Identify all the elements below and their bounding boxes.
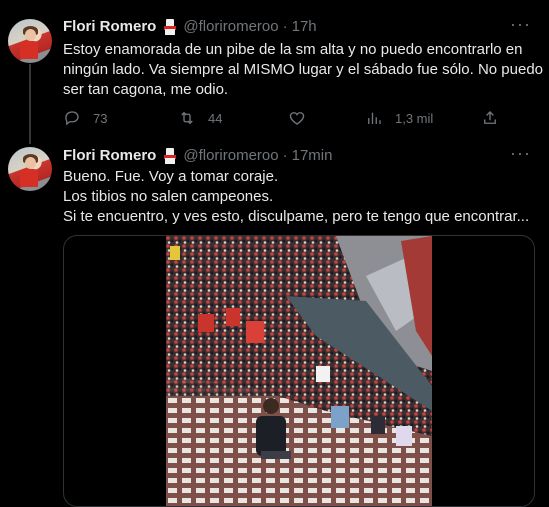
retweet-count: 44 (208, 110, 223, 126)
tweet-text-line: Si te encuentro, y ves esto, disculpame,… (63, 208, 530, 225)
more-horizontal-icon[interactable]: ··· (510, 14, 531, 35)
tweet-actions: 73 44 1,3 mil (63, 109, 503, 129)
tweet-header: Flori Romero @floriromeroo · 17min (63, 147, 332, 164)
stadium-image (166, 236, 432, 506)
thread-line (29, 64, 31, 144)
tweet-header: Flori Romero @floriromeroo · 17h (63, 18, 317, 35)
like-button[interactable] (288, 109, 318, 127)
retweet-icon (181, 111, 193, 125)
avatar-shirt (20, 41, 38, 59)
reply-icon (65, 111, 79, 126)
avatar[interactable] (8, 147, 52, 191)
tweet-text: Bueno. Fue. Voy a tomar coraje. Los tibi… (63, 167, 543, 227)
tweet-text: Estoy enamorada de un pibe de la sm alta… (63, 41, 543, 98)
timestamp[interactable]: 17h (292, 18, 317, 35)
like-icon (289, 112, 305, 125)
retweet-button[interactable]: 44 (178, 109, 222, 127)
views-count: 1,3 mil (395, 110, 434, 126)
flag-icon (164, 147, 177, 164)
avatar-shirt (20, 169, 38, 187)
share-icon (484, 111, 496, 124)
more-horizontal-icon[interactable]: ··· (510, 143, 531, 164)
reply-count: 73 (93, 110, 108, 126)
tweet-text-line: Bueno. Fue. Voy a tomar coraje. (63, 168, 279, 185)
timestamp[interactable]: 17min (292, 147, 333, 164)
display-name[interactable]: Flori Romero (63, 18, 156, 35)
separator: · (282, 18, 288, 35)
views-button[interactable]: 1,3 mil (365, 109, 433, 127)
flag-icon (164, 18, 177, 35)
tweet-media[interactable] (63, 235, 535, 507)
separator: · (282, 147, 288, 164)
display-name[interactable]: Flori Romero (63, 147, 156, 164)
share-button[interactable] (481, 109, 511, 127)
reply-button[interactable]: 73 (63, 109, 107, 127)
tweet-text-line: Los tibios no salen campeones. (63, 188, 274, 205)
user-handle[interactable]: @floriromeroo (183, 147, 278, 164)
avatar-head (25, 29, 36, 41)
avatar-head (25, 157, 36, 169)
user-handle[interactable]: @floriromeroo (183, 18, 278, 35)
stadium-photo[interactable] (166, 236, 432, 506)
avatar[interactable] (8, 19, 52, 63)
views-icon (368, 112, 381, 124)
